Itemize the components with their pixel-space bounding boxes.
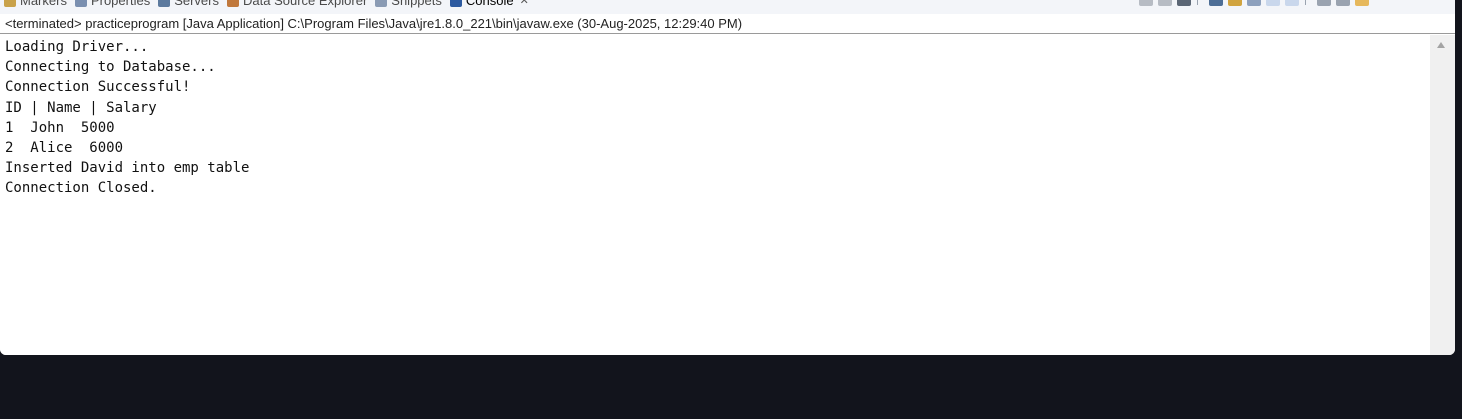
- pin-console-icon[interactable]: [1266, 0, 1280, 6]
- eclipse-console-window: Markers Properties Servers Data Source E…: [0, 0, 1455, 355]
- console-line: Loading Driver...: [5, 39, 149, 55]
- console-line: Connecting to Database...: [5, 59, 216, 76]
- snippets-icon: [375, 0, 388, 7]
- tab-console[interactable]: Console ✕: [449, 0, 529, 8]
- toolbar-divider: [1305, 0, 1306, 5]
- scroll-up-arrow-icon[interactable]: [1437, 42, 1445, 48]
- properties-icon: [74, 0, 87, 7]
- tab-label: Console: [465, 0, 514, 8]
- console-line: 2 Alice 6000: [5, 140, 124, 157]
- data-source-icon: [227, 0, 239, 7]
- console-line: 1 John 5000: [5, 119, 115, 136]
- tab-servers[interactable]: Servers: [158, 0, 219, 8]
- console-output[interactable]: Loading Driver... Connecting to Database…: [0, 35, 1430, 355]
- remove-launch-icon[interactable]: [1158, 0, 1172, 6]
- show-on-output-icon[interactable]: [1247, 0, 1261, 6]
- tab-markers[interactable]: Markers: [4, 0, 67, 8]
- close-icon[interactable]: ✕: [520, 0, 529, 7]
- view-tab-bar: Markers Properties Servers Data Source E…: [0, 0, 1455, 14]
- tab-label: Snippets: [391, 0, 442, 8]
- tab-data-source-explorer[interactable]: Data Source Explorer: [227, 0, 367, 8]
- console-line: Connection Successful!: [5, 79, 191, 96]
- console-line: Inserted David into emp table: [5, 160, 250, 177]
- console-toolbar: [1134, 0, 1369, 6]
- tab-snippets[interactable]: Snippets: [375, 0, 442, 8]
- console-lines: Loading Driver... Connecting to Database…: [0, 35, 1430, 199]
- markers-icon: [4, 0, 16, 7]
- tab-label: Servers: [174, 0, 219, 8]
- word-wrap-icon[interactable]: [1228, 0, 1242, 6]
- remove-all-terminated-icon[interactable]: [1177, 0, 1191, 6]
- toolbar-divider: [1197, 0, 1198, 5]
- scroll-lock-icon[interactable]: [1209, 0, 1223, 6]
- console-line: ID | Name | Salary: [5, 99, 157, 116]
- view-tabs: Markers Properties Servers Data Source E…: [4, 0, 537, 8]
- tab-label: Markers: [20, 0, 67, 8]
- tab-label: Data Source Explorer: [243, 0, 368, 8]
- vertical-scrollbar[interactable]: [1430, 35, 1455, 355]
- display-selected-console-icon[interactable]: [1285, 0, 1299, 6]
- tab-properties[interactable]: Properties: [74, 0, 151, 8]
- terminate-icon[interactable]: [1139, 0, 1153, 6]
- minimize-icon[interactable]: [1336, 0, 1350, 6]
- tab-label: Properties: [90, 0, 151, 8]
- open-console-icon[interactable]: [1317, 0, 1331, 6]
- maximize-icon[interactable]: [1355, 0, 1369, 6]
- console-icon: [449, 0, 462, 7]
- console-status-bar: <terminated> practiceprogram [Java Appli…: [0, 14, 1455, 34]
- servers-icon: [158, 0, 171, 7]
- console-line: Connection Closed.: [5, 180, 157, 197]
